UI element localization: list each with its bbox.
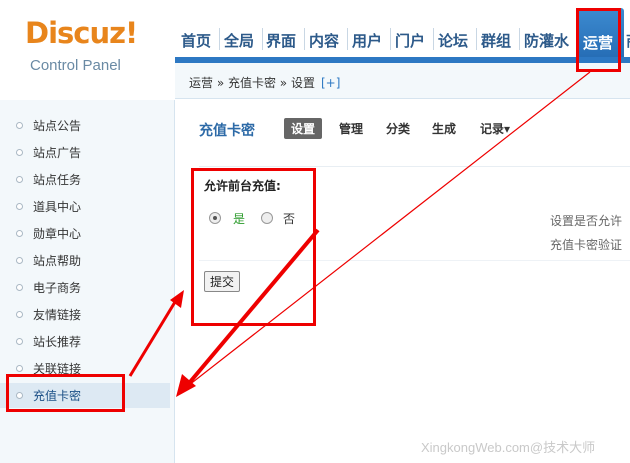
annotation-box-nav <box>576 8 621 72</box>
sidebar-item-friend-links[interactable]: 友情链接 <box>0 302 170 327</box>
sidebar-item-recommend[interactable]: 站长推荐 <box>0 329 170 354</box>
setting-description-1: 设置是否允许 <box>550 214 623 228</box>
setting-description-2: 充值卡密验证 <box>550 238 623 252</box>
top-nav: 首页 全局 界面 内容 用户 门户 论坛 群组 防灌水 运营 商 <box>175 0 630 68</box>
nav-item-users[interactable]: 用户 <box>352 30 382 51</box>
breadcrumb: 运营 » 充值卡密 » 设置 [+] <box>189 74 340 91</box>
nav-item-home[interactable]: 首页 <box>181 30 211 51</box>
nav-item-forum[interactable]: 论坛 <box>438 30 468 51</box>
sidebar-item-props[interactable]: 道具中心 <box>0 194 170 219</box>
bullet-icon <box>16 176 23 183</box>
logo-area: Discuz! Control Panel <box>0 0 175 95</box>
bullet-icon <box>16 230 23 237</box>
nav-item-antispam[interactable]: 防灌水 <box>524 30 569 51</box>
tab-records[interactable]: 记录▾ <box>480 120 510 137</box>
tab-settings[interactable]: 设置 <box>284 118 323 139</box>
tab-category[interactable]: 分类 <box>386 120 410 137</box>
sidebar-item-tasks[interactable]: 站点任务 <box>0 167 170 192</box>
logo-text: Discuz! <box>25 16 138 50</box>
sidebar-item-medals[interactable]: 勋章中心 <box>0 221 170 246</box>
sidebar-item-ecommerce[interactable]: 电子商务 <box>0 275 170 300</box>
breadcrumb-add-shortcut[interactable]: [+] <box>321 76 340 90</box>
nav-item-overflow[interactable]: 商 <box>626 30 630 51</box>
bullet-icon <box>16 365 23 372</box>
watermark: XingkongWeb.com@技术大师 <box>421 440 596 455</box>
sidebar-item-announcements[interactable]: 站点公告 <box>0 113 170 138</box>
bullet-icon <box>16 257 23 264</box>
tab-manage[interactable]: 管理 <box>339 120 363 137</box>
bullet-icon <box>16 122 23 129</box>
bullet-icon <box>16 311 23 318</box>
breadcrumb-bar: 运营 » 充值卡密 » 设置 [+] <box>175 63 630 99</box>
sidebar-item-ads[interactable]: 站点广告 <box>0 140 170 165</box>
breadcrumb-text: 运营 » 充值卡密 » 设置 <box>189 76 315 90</box>
bullet-icon <box>16 203 23 210</box>
nav-item-groups[interactable]: 群组 <box>481 30 511 51</box>
bullet-icon <box>16 338 23 345</box>
nav-item-portal[interactable]: 门户 <box>395 30 425 51</box>
sidebar-item-help[interactable]: 站点帮助 <box>0 248 170 273</box>
logo-subtitle: Control Panel <box>30 57 121 74</box>
divider <box>199 166 630 167</box>
bullet-icon <box>16 284 23 291</box>
annotation-box-sidebar <box>6 374 125 412</box>
page-title: 充值卡密 <box>199 123 255 139</box>
tab-generate[interactable]: 生成 <box>432 120 456 137</box>
nav-item-content[interactable]: 内容 <box>309 30 339 51</box>
nav-item-global[interactable]: 全局 <box>224 30 254 51</box>
nav-item-interface[interactable]: 界面 <box>266 30 296 51</box>
bullet-icon <box>16 149 23 156</box>
annotation-box-form <box>191 168 316 326</box>
